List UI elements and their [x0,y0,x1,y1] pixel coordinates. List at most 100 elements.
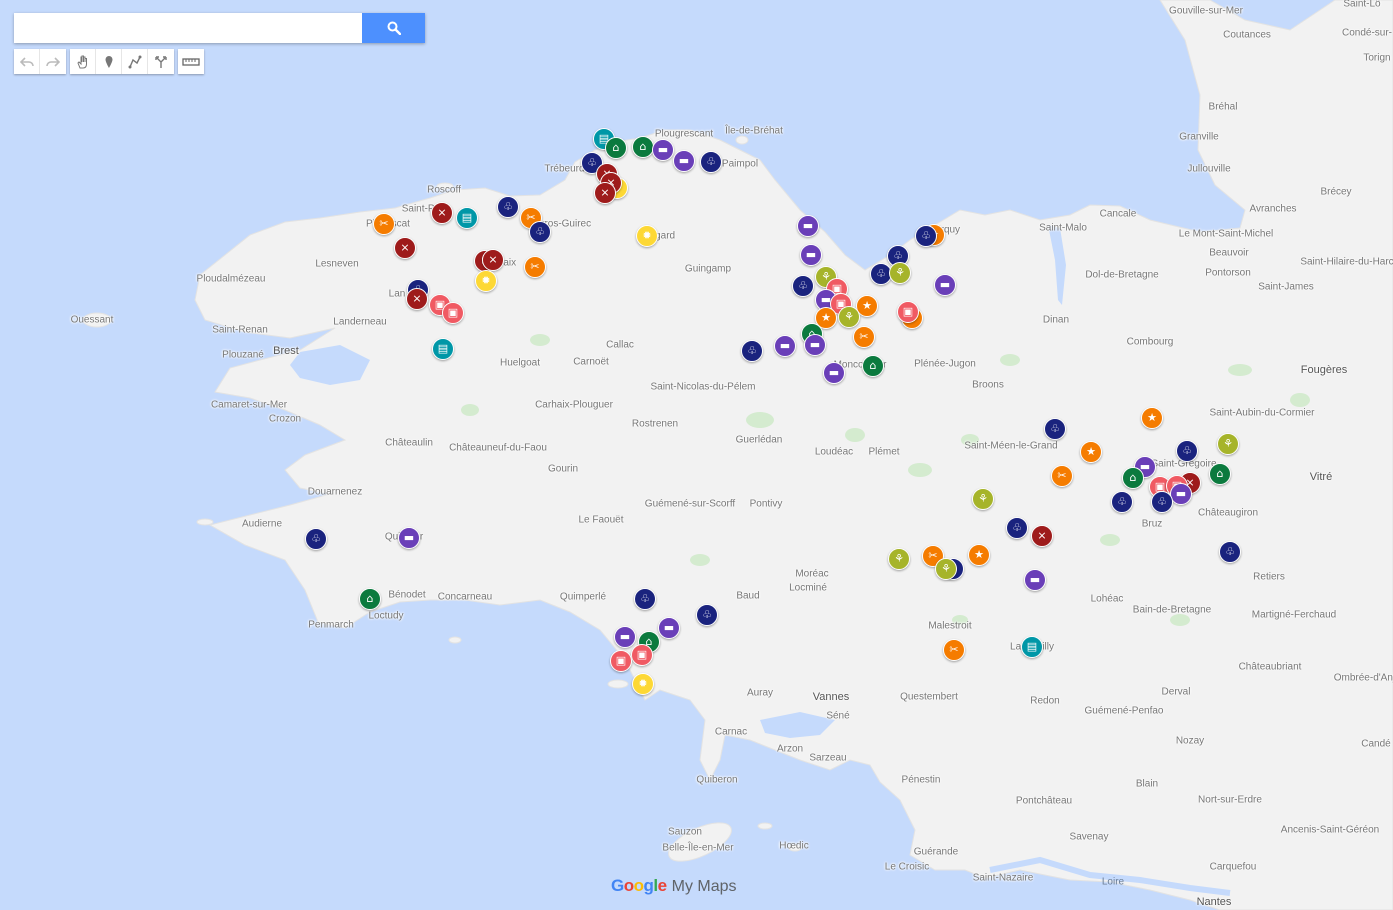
map-marker-pink[interactable]: ▣ [442,302,464,324]
map-marker-red[interactable]: ⨯ [1031,525,1053,547]
scissors-icon: ✂ [530,260,540,273]
map-marker-navy[interactable]: ♧ [305,528,327,550]
island-ouessant [82,312,112,328]
map-marker-olive[interactable]: ⚘ [1217,433,1239,455]
map-marker-yellow[interactable]: ✹ [636,225,658,247]
book-icon: ▤ [437,342,449,355]
map-marker-purple[interactable]: ▬ [800,244,822,266]
map-marker-orange[interactable]: ✂ [373,213,395,235]
directions-button[interactable] [148,49,174,74]
map-marker-purple[interactable]: ▬ [797,215,819,237]
map-marker-purple[interactable]: ▬ [398,527,420,549]
map-marker-orange[interactable]: ★ [968,544,990,566]
map-marker-yellow[interactable]: ✹ [475,270,497,292]
map-marker-pink[interactable]: ▣ [610,650,632,672]
map-marker-navy[interactable]: ♧ [1219,541,1241,563]
map-marker-red[interactable]: ⨯ [482,249,504,271]
map-marker-purple[interactable]: ▬ [1024,569,1046,591]
map-marker-navy[interactable]: ♧ [696,604,718,626]
map-marker-green[interactable]: ⌂ [359,588,381,610]
house-icon: ⌂ [612,141,620,154]
map-marker-purple[interactable]: ▬ [614,626,636,648]
draw-line-button[interactable] [122,49,148,74]
map-marker-navy[interactable]: ♧ [1044,418,1066,440]
search-input[interactable] [14,13,362,43]
map-marker-red[interactable]: ⨯ [594,182,616,204]
map-marker-red[interactable]: ⨯ [394,237,416,259]
map-marker-orange[interactable]: ✂ [943,639,965,661]
bottle-icon: ♧ [702,608,712,621]
map-marker-green[interactable]: ⌂ [632,136,654,158]
map-marker-green[interactable]: ⌂ [862,355,884,377]
shop-icon: ▣ [902,305,914,318]
sun-icon: ✹ [481,274,491,287]
map-canvas[interactable]: Gouville-sur-Mer Saint-Lô Coutances Condé-s… [0,0,1393,910]
map-marker-pink[interactable]: ▣ [631,644,653,666]
pan-button[interactable] [70,49,96,74]
star-icon: ★ [862,299,872,312]
map-marker-purple[interactable]: ▬ [658,617,680,639]
map-marker-navy[interactable]: ♧ [700,151,722,173]
bottle-icon: ♧ [1182,444,1192,457]
map-marker-orange[interactable]: ✂ [1051,465,1073,487]
map-marker-purple[interactable]: ▬ [823,362,845,384]
search-button[interactable] [362,13,425,43]
map-marker-purple[interactable]: ▬ [652,139,674,161]
shop-icon: ▣ [636,648,648,661]
map-marker-orange[interactable]: ★ [1080,441,1102,463]
island-belle-ile [668,822,732,862]
map-marker-purple[interactable]: ▬ [804,334,826,356]
map-marker-navy[interactable]: ♧ [1111,491,1133,513]
marker-icon [105,55,112,68]
bottle-icon: ♧ [1157,495,1167,508]
map-marker-green[interactable]: ⌂ [1209,463,1231,485]
map-marker-purple[interactable]: ▬ [934,274,956,296]
shop-icon: ▣ [447,306,459,319]
hiker-icon: ⨯ [437,206,447,219]
star-icon: ★ [821,311,831,324]
map-marker-orange[interactable]: ✂ [853,326,875,348]
map-marker-green[interactable]: ⌂ [1122,467,1144,489]
bottle-icon: ♧ [535,225,545,238]
map-marker-red[interactable]: ⨯ [431,202,453,224]
map-marker-navy[interactable]: ♧ [1151,491,1173,513]
map-marker-olive[interactable]: ⚘ [935,558,957,580]
map-marker-navy[interactable]: ♧ [915,225,937,247]
bottle-icon: ♧ [921,229,931,242]
map-marker-teal[interactable]: ▤ [1021,636,1043,658]
redo-button[interactable] [40,49,66,74]
flower-icon: ⚘ [1223,437,1233,450]
map-marker-purple[interactable]: ▬ [1170,483,1192,505]
map-marker-green[interactable]: ⌂ [605,137,627,159]
map-marker-navy[interactable]: ♧ [497,196,519,218]
map-marker-teal[interactable]: ▤ [432,338,454,360]
add-marker-button[interactable] [96,49,122,74]
flower-icon: ⚘ [941,562,951,575]
map-marker-pink[interactable]: ▣ [897,301,919,323]
map-marker-olive[interactable]: ⚘ [889,262,911,284]
map-marker-purple[interactable]: ▬ [774,335,796,357]
map-marker-orange[interactable]: ✂ [524,256,546,278]
shoe-icon: ▬ [1029,573,1041,586]
map-marker-purple[interactable]: ▬ [673,150,695,172]
map-marker-olive[interactable]: ⚘ [888,548,910,570]
map-marker-navy[interactable]: ♧ [1176,440,1198,462]
map-marker-navy[interactable]: ♧ [1006,517,1028,539]
map-marker-orange[interactable]: ★ [1141,407,1163,429]
map-marker-olive[interactable]: ⚘ [972,488,994,510]
map-marker-olive[interactable]: ⚘ [838,306,860,328]
map-marker-teal[interactable]: ▤ [456,207,478,229]
star-icon: ★ [1086,445,1096,458]
map-marker-navy[interactable]: ♧ [529,221,551,243]
map-marker-navy[interactable]: ♧ [634,588,656,610]
map-marker-red[interactable]: ⨯ [406,288,428,310]
map-marker-yellow[interactable]: ✹ [632,673,654,695]
hiker-icon: ⨯ [412,292,422,305]
shoe-icon: ▬ [809,338,821,351]
measure-button[interactable] [178,49,204,74]
hiker-icon: ⨯ [600,186,610,199]
map-marker-navy[interactable]: ♧ [741,340,763,362]
undo-button[interactable] [14,49,40,74]
map-marker-navy[interactable]: ♧ [792,275,814,297]
ruler-icon [182,57,200,66]
